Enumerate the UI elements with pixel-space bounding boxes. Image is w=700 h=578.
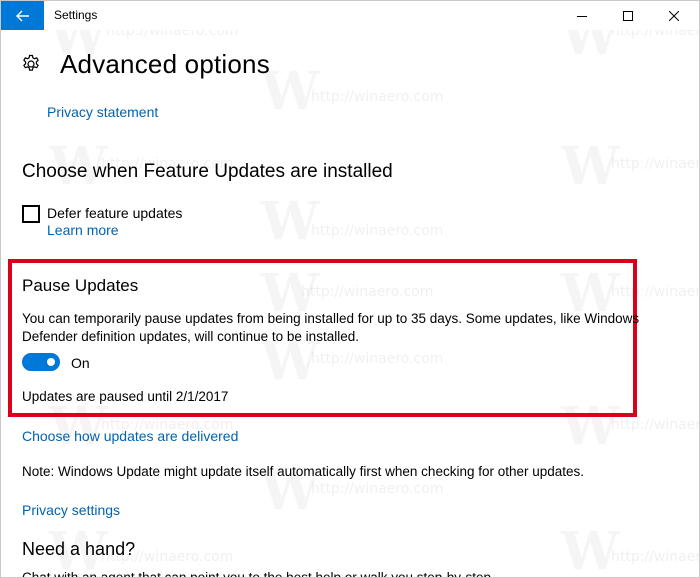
watermark-text: http://winaero.com	[611, 417, 700, 433]
back-button[interactable]	[1, 1, 44, 30]
pause-updates-description-line2: Defender definition updates, will contin…	[22, 329, 359, 344]
page-header: Advanced options	[1, 41, 699, 91]
settings-window: W http://winaero.com W http://winaero.co…	[0, 0, 700, 578]
privacy-settings-link[interactable]: Privacy settings	[22, 502, 120, 518]
privacy-statement-link[interactable]: Privacy statement	[47, 104, 158, 120]
page-title: Advanced options	[60, 49, 270, 79]
watermark-text: http://winaero.com	[611, 156, 700, 172]
defer-feature-updates-checkbox[interactable]	[22, 205, 40, 223]
pause-updates-description-line1: You can temporarily pause updates from b…	[22, 311, 640, 326]
feature-updates-heading: Choose when Feature Updates are installe…	[22, 161, 393, 182]
minimize-icon	[577, 15, 587, 17]
watermark-text: http://winaero.com	[611, 549, 700, 565]
arrow-left-icon	[15, 10, 29, 21]
pause-updates-toggle-label: On	[71, 355, 90, 371]
need-help-heading: Need a hand?	[22, 539, 136, 559]
window-title: Settings	[54, 8, 98, 22]
update-note: Note: Windows Update might update itself…	[22, 464, 585, 479]
watermark-logo: W	[261, 191, 320, 252]
watermark-logo: W	[561, 136, 620, 197]
choose-delivery-link[interactable]: Choose how updates are delivered	[22, 428, 238, 444]
watermark-logo: W	[561, 521, 620, 578]
close-icon	[669, 10, 679, 21]
title-bar: Settings	[1, 1, 699, 30]
toggle-knob	[47, 358, 55, 366]
pause-updates-heading: Pause Updates	[22, 276, 139, 295]
close-button[interactable]	[651, 1, 697, 30]
need-help-text: Chat with an agent that can point you to…	[22, 570, 492, 578]
maximize-icon	[623, 10, 633, 21]
watermark-text: http://winaero.com	[311, 223, 444, 239]
learn-more-link[interactable]: Learn more	[47, 222, 119, 238]
watermark-text: http://winaero.com	[311, 89, 444, 105]
gear-icon	[23, 54, 39, 71]
defer-feature-updates-label: Defer feature updates	[47, 205, 183, 221]
watermark-text: http://winaero.com	[311, 481, 444, 497]
maximize-button[interactable]	[605, 1, 651, 30]
pause-updates-status: Updates are paused until 2/1/2017	[22, 389, 229, 404]
minimize-button[interactable]	[559, 1, 605, 30]
pause-updates-toggle[interactable]	[22, 353, 60, 371]
